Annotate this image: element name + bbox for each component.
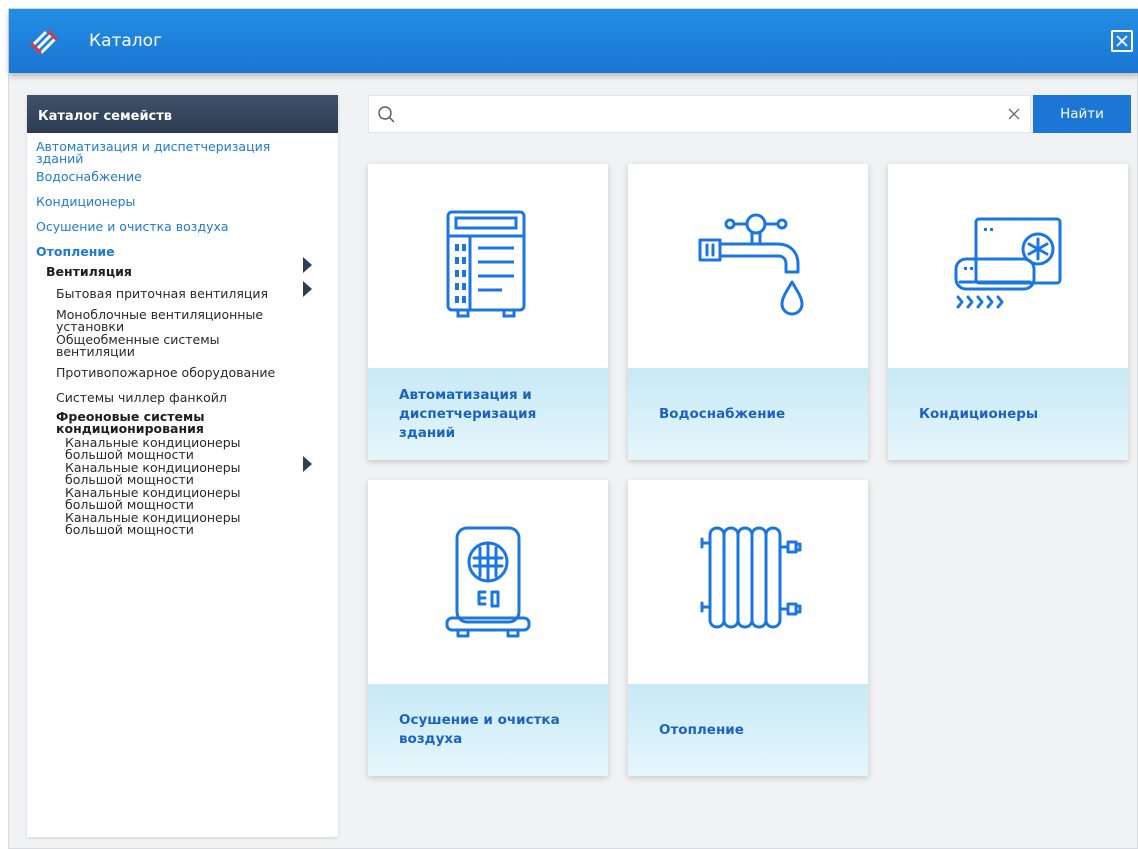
expand-heating-arrow-icon[interactable] — [303, 257, 312, 273]
tree-item-air-purification[interactable]: Осушение и очистка воздуха — [27, 220, 292, 233]
radiator-icon — [700, 526, 802, 629]
close-icon — [1116, 35, 1128, 47]
find-button[interactable]: Найти — [1033, 95, 1131, 133]
app-logo-icon — [30, 30, 58, 54]
expand-freon-arrow-icon[interactable] — [303, 456, 312, 472]
family-catalog-panel: Каталог семейств Автоматизация и диспетч… — [27, 95, 338, 837]
tree-item-heating[interactable]: Отопление — [27, 245, 292, 258]
title-bar: Каталог — [9, 9, 1138, 73]
category-card-air-conditioners[interactable]: Кондиционеры — [888, 164, 1128, 460]
search-input[interactable] — [405, 100, 995, 128]
window-title: Каталог — [89, 31, 163, 51]
expand-ventilation-arrow-icon[interactable] — [303, 281, 312, 297]
tree-item-ventilation[interactable]: Вентиляция — [27, 265, 338, 278]
category-card-automation[interactable]: Автоматизация и диспетчеризация зданий — [368, 164, 608, 460]
family-catalog-header: Каталог семейств — [27, 95, 338, 133]
tree-item-monoblock-units[interactable]: Моноблочные вентиляционные установки — [27, 308, 302, 333]
tree-item-ducted-ac-1[interactable]: Канальные кондиционеры большой мощности — [27, 436, 277, 461]
clear-search-icon[interactable] — [1008, 108, 1020, 120]
search-box — [368, 95, 1031, 133]
category-card-heating[interactable]: Отопление — [628, 480, 868, 776]
search-icon — [378, 106, 395, 123]
tree-item-freon-systems[interactable]: Фреоновые системы кондиционирования — [27, 410, 252, 435]
tree-item-ducted-ac-4[interactable]: Канальные кондиционеры большой мощности — [27, 511, 277, 536]
category-card-label: Водоснабжение — [628, 368, 868, 460]
tree-item-general-ventilation[interactable]: Общеобменные системы вентиляции — [27, 333, 302, 358]
tree-item-fire-equipment[interactable]: Противопожарное оборудование — [27, 366, 302, 379]
tree-item-air-conditioners[interactable]: Кондиционеры — [27, 195, 292, 208]
category-tree: Автоматизация и диспетчеризация зданий В… — [27, 133, 338, 536]
tree-item-household-ventilation[interactable]: Бытовая приточная вентиляция — [27, 287, 302, 300]
tree-item-automation[interactable]: Автоматизация и диспетчеризация зданий — [27, 140, 292, 165]
tree-item-ducted-ac-3[interactable]: Канальные кондиционеры большой мощности — [27, 486, 277, 511]
air-conditioner-icon — [954, 217, 1062, 309]
category-card-label: Осушение и очистка воздуха — [368, 684, 608, 776]
category-card-label: Автоматизация и диспетчеризация зданий — [368, 368, 608, 460]
category-card-label: Отопление — [628, 684, 868, 776]
air-purifier-icon — [445, 526, 531, 638]
category-card-label: Кондиционеры — [888, 368, 1128, 460]
automation-cabinet-icon — [446, 210, 526, 318]
category-card-air-purification[interactable]: Осушение и очистка воздуха — [368, 480, 608, 776]
catalog-window: Каталог Каталог семейств Автоматизация и… — [8, 8, 1138, 849]
water-tap-icon — [698, 213, 804, 316]
tree-item-water-supply[interactable]: Водоснабжение — [27, 170, 292, 183]
category-card-water-supply[interactable]: Водоснабжение — [628, 164, 868, 460]
close-button[interactable] — [1111, 30, 1133, 52]
tree-item-chiller-fancoil[interactable]: Системы чиллер фанкойл — [27, 391, 302, 404]
tree-item-ducted-ac-2[interactable]: Канальные кондиционеры большой мощности — [27, 461, 277, 486]
